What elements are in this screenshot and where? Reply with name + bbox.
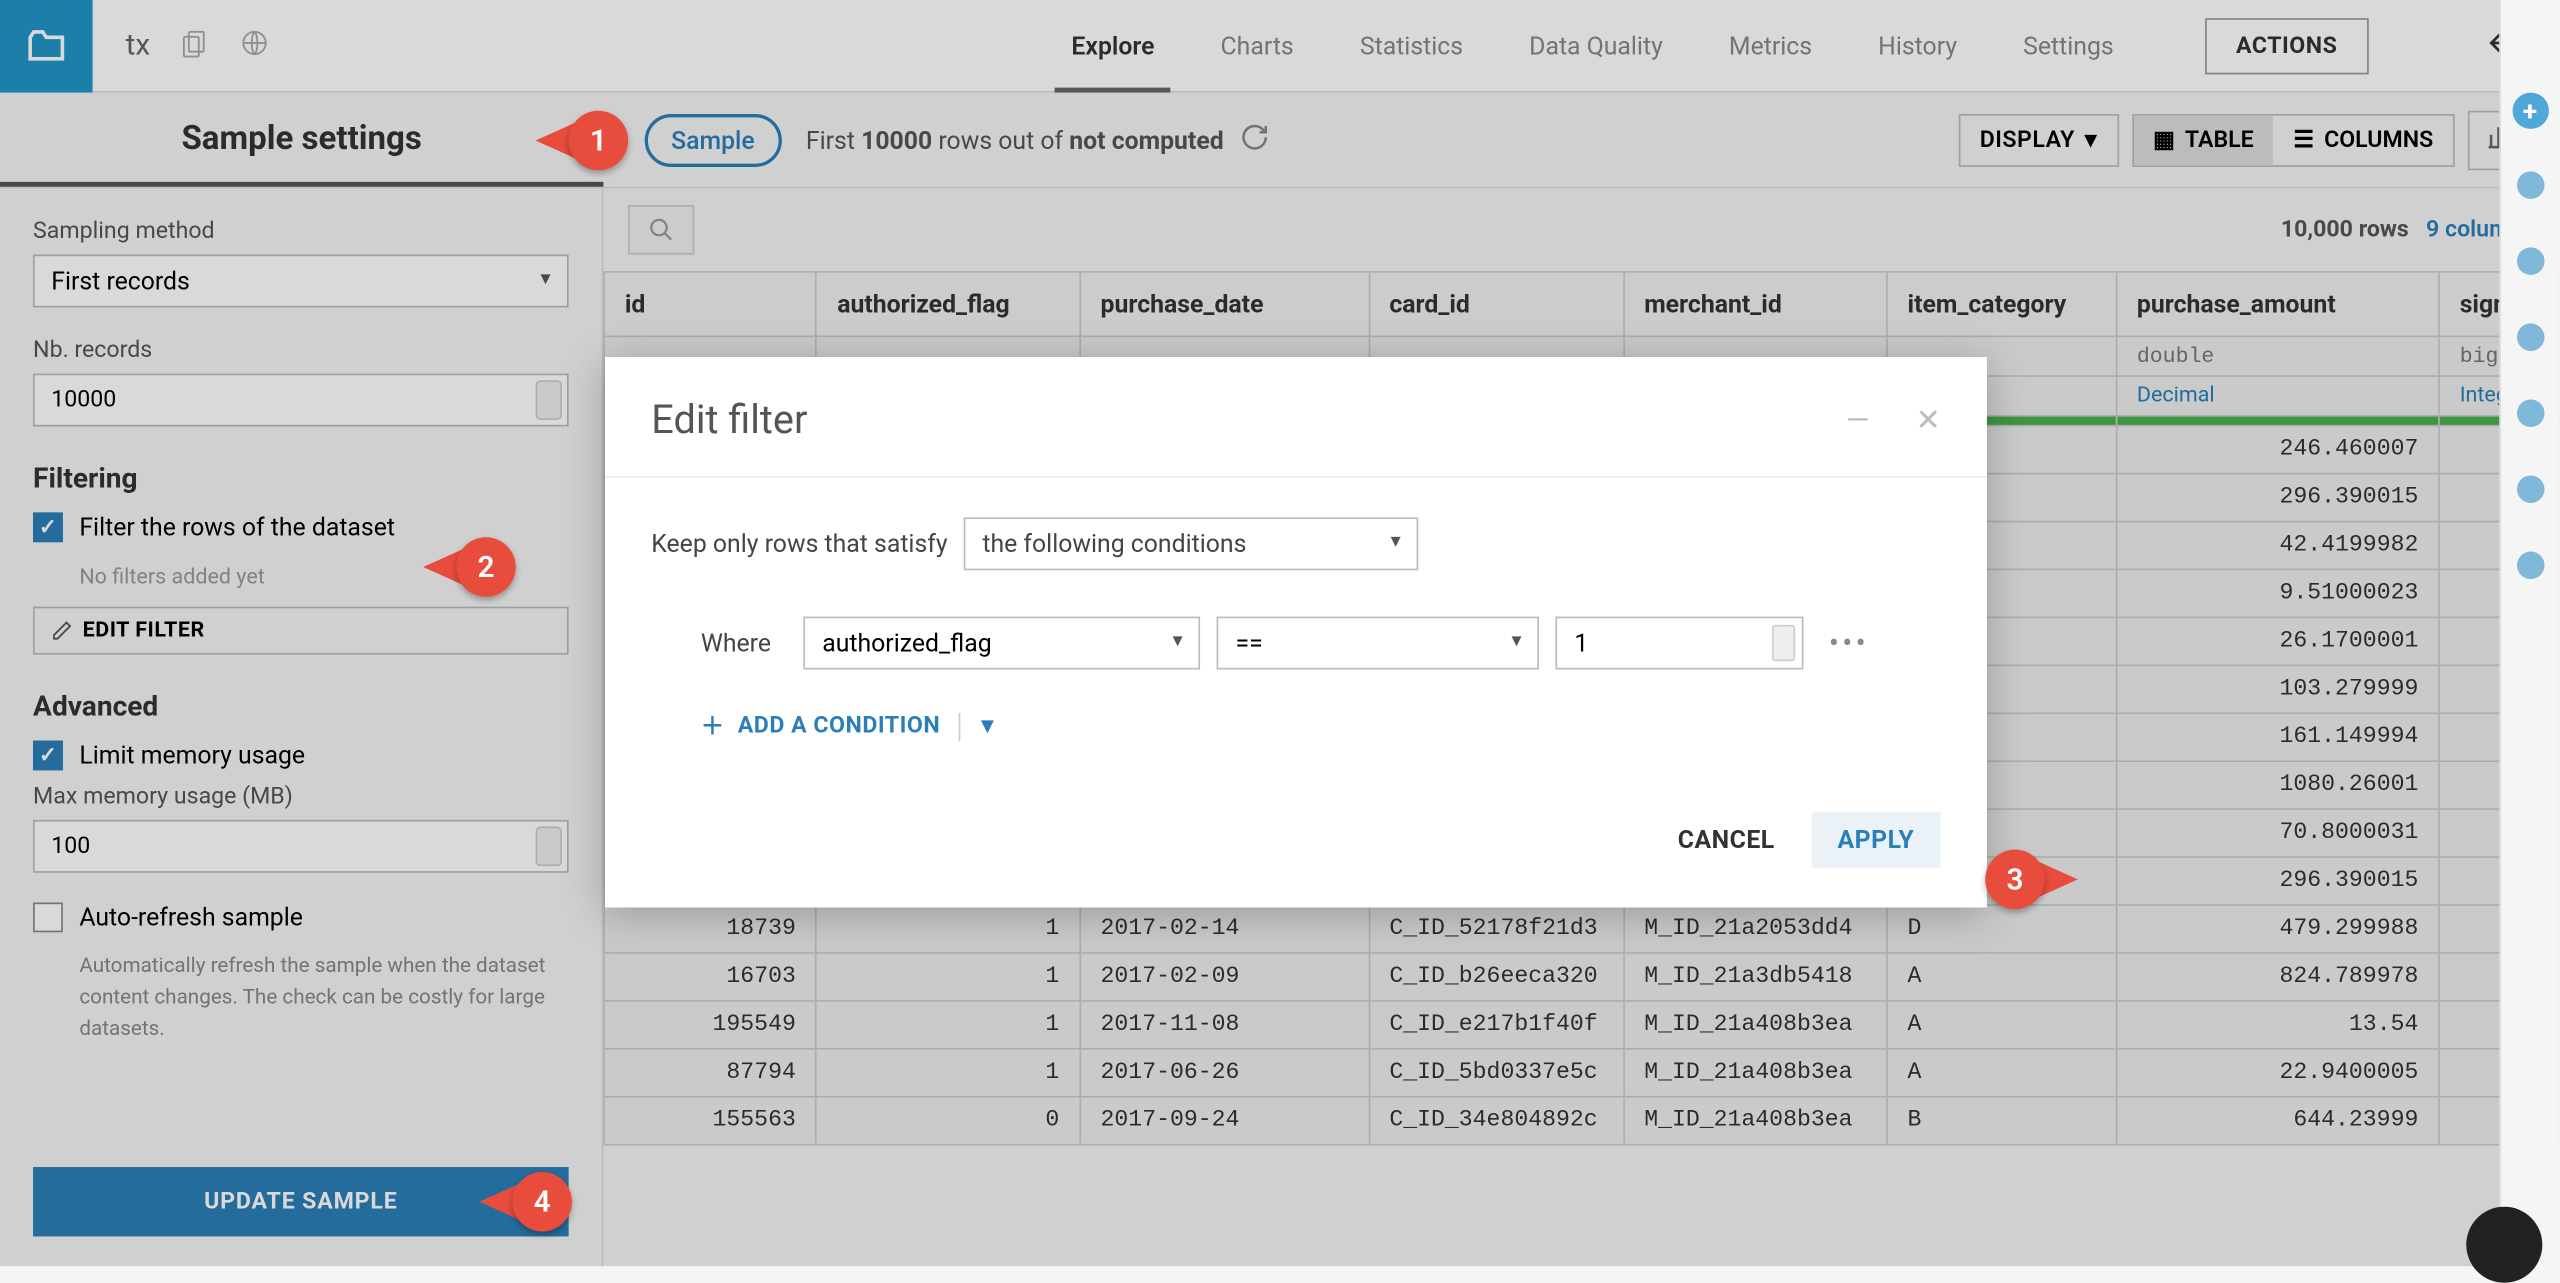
rail-info-icon[interactable]: [2510, 165, 2550, 205]
auto-refresh-checkbox[interactable]: [33, 903, 63, 933]
plus-icon: ＋: [701, 709, 725, 742]
edit-filter-button[interactable]: EDIT FILTER: [33, 607, 569, 655]
close-icon[interactable]: ✕: [1916, 403, 1941, 438]
display-button[interactable]: DISPLAY▾: [1958, 113, 2118, 166]
sample-pill[interactable]: Sample: [645, 113, 781, 166]
cancel-button[interactable]: CANCEL: [1651, 812, 1801, 868]
panel-title: Sample settings: [181, 117, 421, 157]
nb-records-input[interactable]: [33, 374, 569, 427]
nav-tabs: Explore Charts Statistics Data Quality M…: [1055, 0, 2559, 91]
tab-data-quality[interactable]: Data Quality: [1529, 0, 1663, 91]
refresh-icon[interactable]: [1240, 121, 1270, 157]
more-options-icon[interactable]: •••: [1829, 626, 1869, 661]
col-header[interactable]: authorized_flag: [817, 273, 1080, 337]
second-bar: Sample settings Sample First 10000 rows …: [0, 93, 2559, 189]
col-header[interactable]: item_category: [1887, 273, 2116, 337]
table-row[interactable]: 15556302017-09-24C_ID_34e804892cM_ID_21a…: [604, 1097, 2558, 1145]
search-icon: [648, 217, 674, 243]
max-memory-input[interactable]: [33, 820, 569, 873]
filter-column-select[interactable]: authorized_flag: [804, 617, 1201, 670]
apply-button[interactable]: APPLY: [1811, 812, 1941, 868]
col-header[interactable]: card_id: [1369, 273, 1624, 337]
tab-charts[interactable]: Charts: [1221, 0, 1294, 91]
tab-history[interactable]: History: [1878, 0, 1957, 91]
advanced-heading: Advanced: [33, 691, 569, 724]
value-spinner[interactable]: [1773, 625, 1796, 661]
dataset-folder-icon[interactable]: [0, 0, 93, 92]
callout-1: 1: [536, 111, 629, 171]
chevron-down-icon: ▾: [2085, 126, 2097, 152]
dataset-name: tx: [126, 28, 151, 63]
view-toggle: ▦TABLE ☰COLUMNS: [2132, 113, 2455, 166]
rail-flask-icon[interactable]: [2510, 393, 2550, 433]
view-table-button[interactable]: ▦TABLE: [2133, 115, 2273, 165]
quality-bar: [2116, 416, 2439, 426]
globe-icon[interactable]: [239, 27, 269, 63]
rail-add-button[interactable]: +: [2512, 93, 2548, 129]
add-condition-button[interactable]: ＋ ADD A CONDITION │ ▾: [701, 709, 1941, 742]
col-meaning[interactable]: Decimal: [2116, 376, 2439, 416]
table-row[interactable]: 1873912017-02-14C_ID_52178f21d3M_ID_21a2…: [604, 905, 2558, 953]
rail-chat-icon[interactable]: [2510, 545, 2550, 585]
auto-refresh-label: Auto-refresh sample: [79, 903, 303, 933]
right-rail: +: [2499, 0, 2559, 1266]
modal-title: Edit filter: [651, 397, 807, 443]
col-header[interactable]: purchase_amount: [2116, 273, 2439, 337]
col-header[interactable]: purchase_date: [1080, 273, 1369, 337]
col-header[interactable]: id: [604, 273, 816, 337]
nb-records-label: Nb. records: [33, 337, 569, 363]
tab-statistics[interactable]: Statistics: [1360, 0, 1463, 91]
auto-refresh-desc: Automatically refresh the sample when th…: [79, 952, 568, 1045]
sample-info: First 10000 rows out of not computed: [806, 125, 1224, 155]
minimize-icon[interactable]: —: [1846, 403, 1869, 438]
col-header[interactable]: merchant_id: [1624, 273, 1887, 337]
sample-settings-sidebar: Sampling method First records Nb. record…: [0, 188, 603, 1266]
callout-4: 4: [479, 1172, 572, 1232]
filter-operator-select[interactable]: ==: [1217, 617, 1539, 670]
keep-rows-label: Keep only rows that satisfy: [651, 529, 947, 559]
table-row[interactable]: 8779412017-06-26C_ID_5bd0337e5cM_ID_21a4…: [604, 1049, 2558, 1097]
chevron-down-icon[interactable]: ▾: [982, 712, 994, 738]
rail-clock-icon[interactable]: [2510, 469, 2550, 509]
grid-icon: ▦: [2153, 126, 2175, 152]
max-memory-label: Max memory usage (MB): [33, 784, 569, 810]
table-row[interactable]: 19554912017-11-08C_ID_e217b1f40fM_ID_21a…: [604, 1001, 2558, 1049]
chat-widget-icon[interactable]: [2466, 1207, 2542, 1283]
list-icon: ☰: [2293, 126, 2314, 152]
panel-title-wrap: Sample settings: [0, 93, 603, 187]
top-bar: tx Explore Charts Statistics Data Qualit…: [0, 0, 2559, 93]
row-col-counts: 10,000 rows 9 columns: [2281, 217, 2534, 243]
actions-button[interactable]: ACTIONS: [2205, 17, 2369, 73]
rail-list-icon[interactable]: [2510, 241, 2550, 281]
callout-2: 2: [423, 537, 516, 597]
limit-memory-label: Limit memory usage: [79, 741, 305, 771]
rail-check-icon[interactable]: [2510, 317, 2550, 357]
limit-memory-checkbox[interactable]: [33, 741, 63, 771]
sampling-method-select[interactable]: First records: [33, 255, 569, 308]
sampling-method-label: Sampling method: [33, 218, 569, 244]
table-row[interactable]: 1670312017-02-09C_ID_b26eeca320M_ID_21a3…: [604, 953, 2558, 1001]
filter-value-input[interactable]: 1: [1556, 617, 1804, 670]
filter-rows-label: Filter the rows of the dataset: [79, 512, 395, 542]
max-memory-spinner[interactable]: [536, 827, 562, 867]
pencil-icon: [51, 620, 72, 641]
search-button[interactable]: [628, 205, 694, 255]
col-type: double: [2116, 336, 2439, 376]
nb-records-spinner[interactable]: [536, 380, 562, 420]
view-columns-button[interactable]: ☰COLUMNS: [2274, 115, 2453, 165]
tab-explore[interactable]: Explore: [1071, 0, 1154, 91]
filtering-heading: Filtering: [33, 463, 569, 496]
copy-icon[interactable]: [180, 27, 210, 63]
satisfy-mode-select[interactable]: the following conditions: [964, 517, 1419, 570]
tab-metrics[interactable]: Metrics: [1729, 0, 1812, 91]
tab-settings[interactable]: Settings: [2023, 0, 2114, 91]
edit-filter-modal: Edit filter — ✕ Keep only rows that sati…: [605, 357, 1987, 907]
filter-rows-checkbox[interactable]: [33, 512, 63, 542]
where-label: Where: [701, 628, 771, 658]
callout-3: 3: [1985, 850, 2078, 910]
